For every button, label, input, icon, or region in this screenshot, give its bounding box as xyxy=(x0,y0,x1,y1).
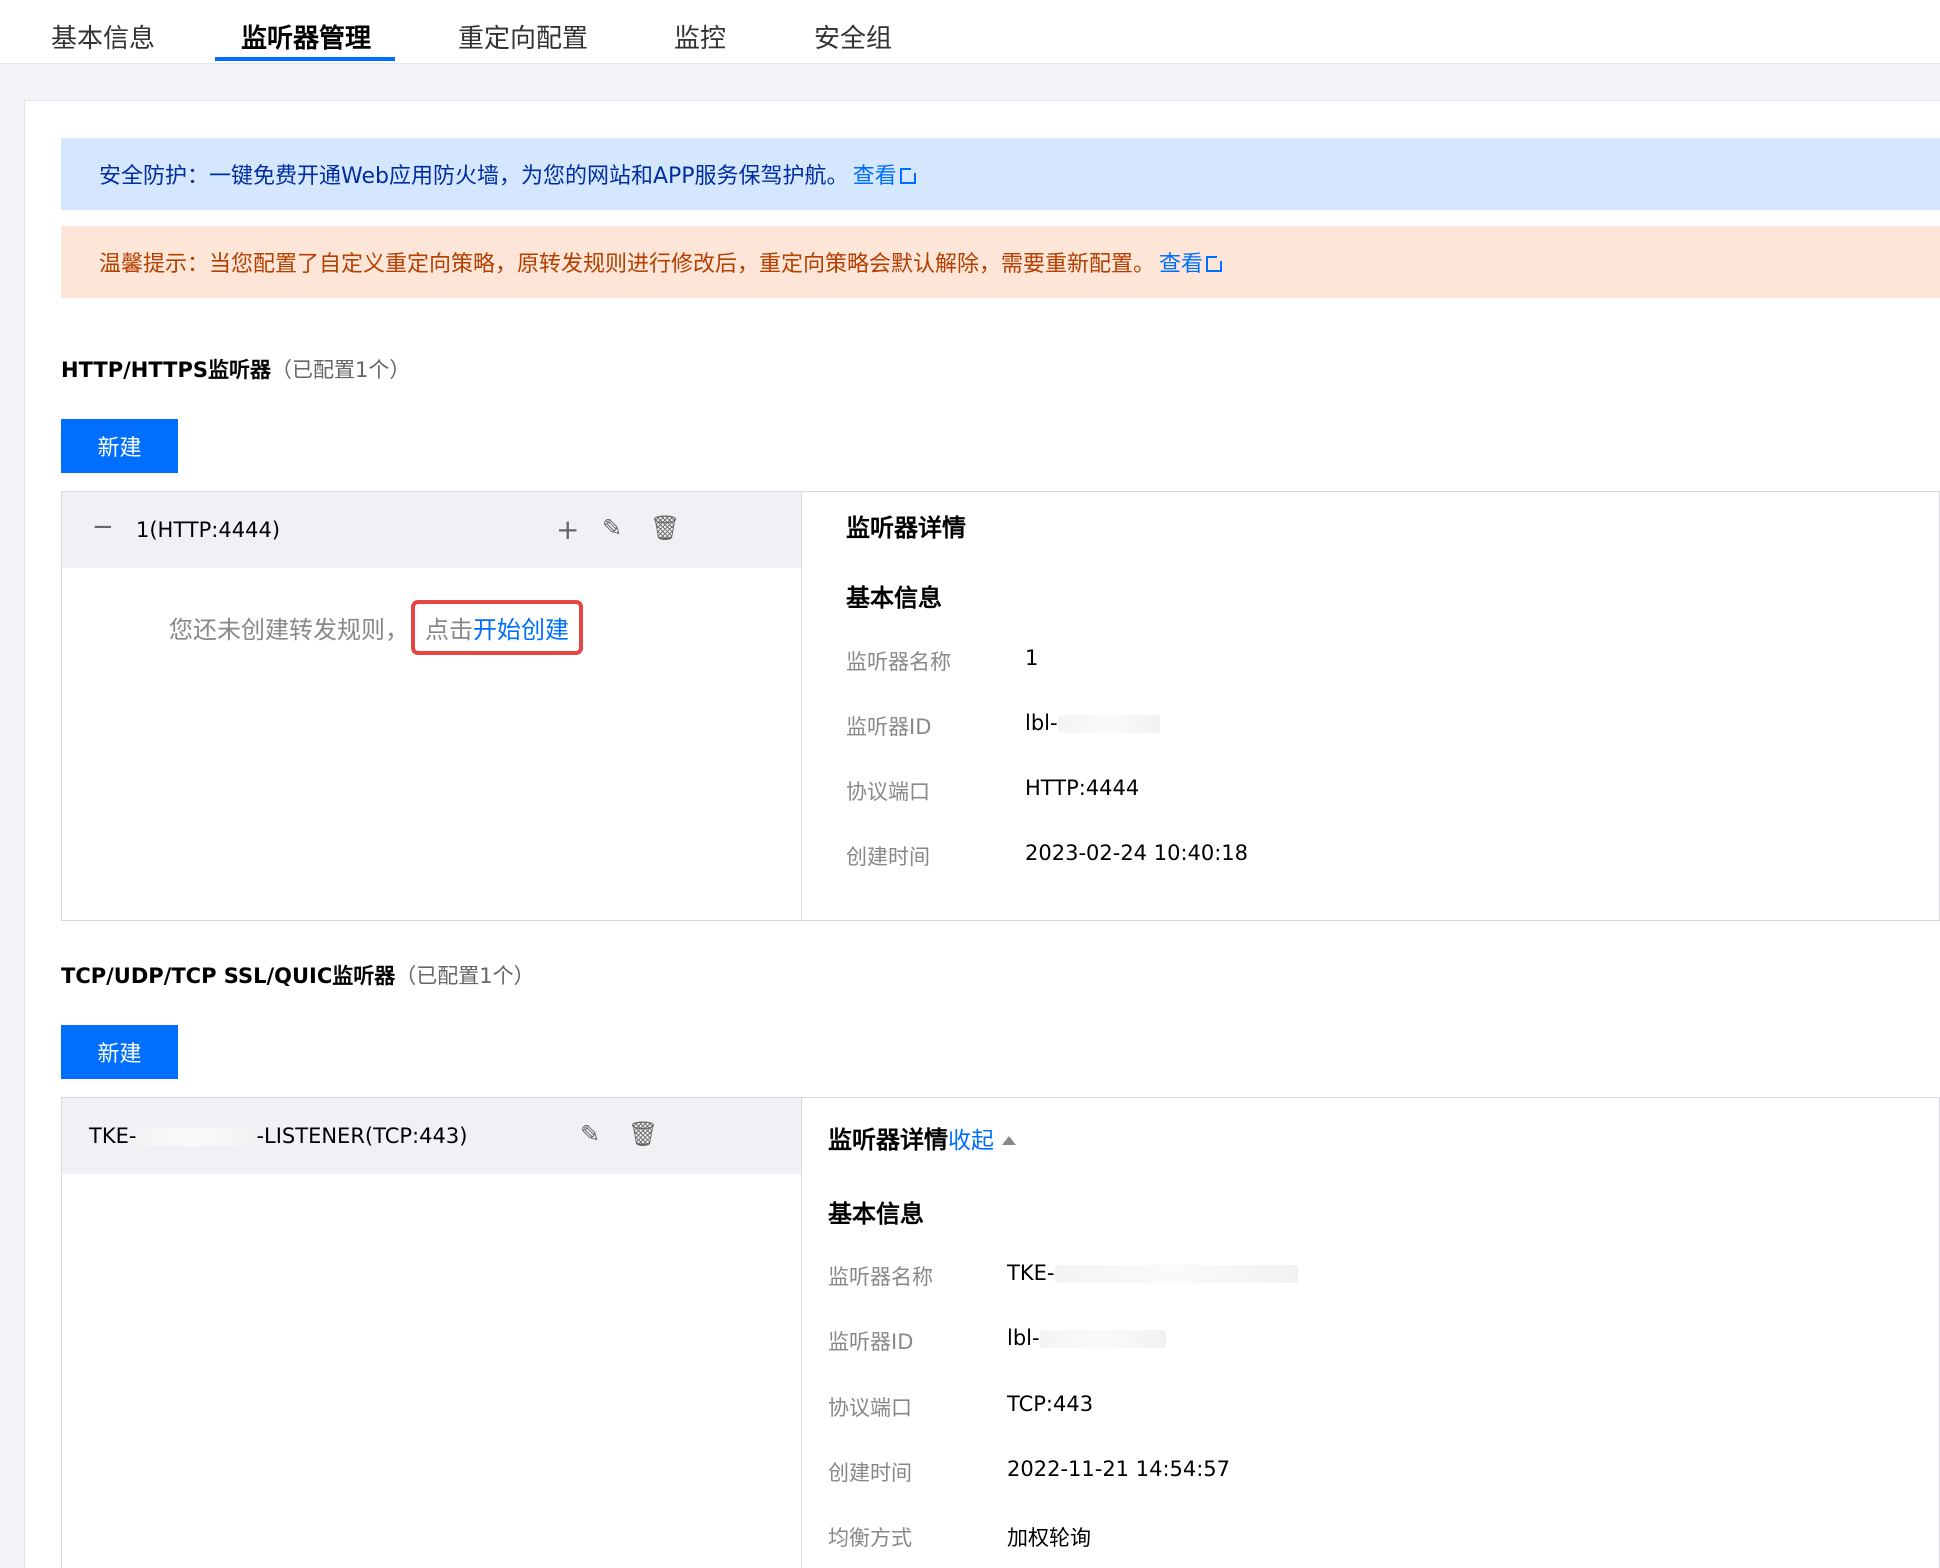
warning-notice-link[interactable]: 查看 xyxy=(1159,246,1226,278)
listener-id-value: lbl- xyxy=(1025,711,1160,735)
http-section-count: （已配置1个） xyxy=(271,358,411,382)
http-listener-list: − 1(HTTP:4444) + ✎ 🗑 您还未创建转发规则， 点击开始创建 xyxy=(62,492,802,920)
tcp-detail-title: 监听器详情收起 xyxy=(828,1120,1016,1155)
plus-icon[interactable]: + xyxy=(556,516,579,544)
http-new-button[interactable]: 新建 xyxy=(61,419,178,473)
create-time-value: 2022-11-21 14:54:57 xyxy=(1007,1457,1231,1481)
http-detail-title: 监听器详情 xyxy=(846,514,966,542)
security-notice: 安全防护：一键免费开通Web应用防火墙，为您的网站和APP服务保驾护航。 查看 xyxy=(61,138,1940,210)
http-listener-row[interactable]: − 1(HTTP:4444) + ✎ 🗑 xyxy=(62,492,801,568)
field-label: 协议端口 xyxy=(846,780,930,804)
field-label: 创建时间 xyxy=(828,1461,912,1485)
http-basic-info-heading: 基本信息 xyxy=(846,584,942,612)
redacted-block xyxy=(136,1128,257,1146)
listener-name-value: 1 xyxy=(1025,646,1039,670)
empty-rule-message: 您还未创建转发规则， 点击开始创建 xyxy=(169,600,583,655)
http-listener-name: 1(HTTP:4444) xyxy=(136,518,281,542)
tab-redirect-config[interactable]: 重定向配置 xyxy=(458,18,588,64)
redirect-warning-notice: 温馨提示：当您配置了自定义重定向策略，原转发规则进行修改后，重定向策略会默认解除… xyxy=(61,226,1940,298)
start-create-link[interactable]: 开始创建 xyxy=(473,616,569,644)
security-notice-link[interactable]: 查看 xyxy=(853,158,919,190)
redacted-block xyxy=(1054,1265,1299,1283)
delete-icon[interactable]: 🗑 xyxy=(628,1122,658,1146)
tcp-new-button[interactable]: 新建 xyxy=(61,1025,178,1079)
tcp-listener-name: TKE- -LISTENER(TCP:443) xyxy=(89,1124,468,1148)
balance-method-value: 加权轮询 xyxy=(1007,1526,1091,1550)
tcp-listener-panel: TKE- -LISTENER(TCP:443) ✎ 🗑 监听器详情收起 基本信息 … xyxy=(61,1097,1940,1568)
field-label: 监听器ID xyxy=(828,1330,914,1354)
active-tab-indicator xyxy=(215,57,395,61)
field-label: 监听器名称 xyxy=(846,650,951,674)
security-notice-text: 安全防护：一键免费开通Web应用防火墙，为您的网站和APP服务保驾护航。 xyxy=(99,164,849,189)
redacted-block xyxy=(1039,1330,1166,1348)
field-label: 协议端口 xyxy=(828,1396,912,1420)
field-label: 均衡方式 xyxy=(828,1526,912,1550)
listener-name-value: TKE- xyxy=(1007,1261,1299,1285)
field-label: 监听器ID xyxy=(846,715,932,739)
caret-up-icon[interactable] xyxy=(1002,1136,1016,1145)
tab-monitor[interactable]: 监控 xyxy=(674,18,726,64)
edit-icon[interactable]: ✎ xyxy=(580,1122,600,1146)
http-listener-panel: − 1(HTTP:4444) + ✎ 🗑 您还未创建转发规则， 点击开始创建 监听… xyxy=(61,491,1940,921)
tab-basic-info[interactable]: 基本信息 xyxy=(51,18,155,64)
create-time-value: 2023-02-24 10:40:18 xyxy=(1025,841,1249,865)
field-label: 创建时间 xyxy=(846,845,930,869)
listener-id-value: lbl- xyxy=(1007,1326,1166,1350)
external-link-icon xyxy=(1206,253,1226,272)
tab-security-group[interactable]: 安全组 xyxy=(814,18,892,64)
tcp-section-count: （已配置1个） xyxy=(395,964,535,988)
field-label: 监听器名称 xyxy=(828,1265,933,1289)
tcp-section-title: TCP/UDP/TCP SSL/QUIC监听器（已配置1个） xyxy=(61,964,535,988)
edit-icon[interactable]: ✎ xyxy=(602,516,622,540)
delete-icon[interactable]: 🗑 xyxy=(650,516,680,540)
tcp-basic-info-heading: 基本信息 xyxy=(828,1200,924,1228)
http-section-title: HTTP/HTTPS监听器（已配置1个） xyxy=(61,358,411,382)
collapse-link[interactable]: 收起 xyxy=(948,1128,994,1154)
protocol-port-value: TCP:443 xyxy=(1007,1392,1094,1416)
tcp-listener-list: TKE- -LISTENER(TCP:443) ✎ 🗑 xyxy=(62,1098,802,1568)
external-link-icon xyxy=(899,165,919,184)
warning-notice-text: 温馨提示：当您配置了自定义重定向策略，原转发规则进行修改后，重定向策略会默认解除… xyxy=(99,252,1156,277)
tcp-listener-row[interactable]: TKE- -LISTENER(TCP:443) ✎ 🗑 xyxy=(62,1098,801,1174)
tab-bar: 基本信息 监听器管理 重定向配置 监控 安全组 xyxy=(0,0,1940,64)
start-create-highlight: 点击开始创建 xyxy=(411,600,583,655)
minus-icon[interactable]: − xyxy=(92,514,114,540)
protocol-port-value: HTTP:4444 xyxy=(1025,776,1140,800)
redacted-block xyxy=(1057,715,1160,733)
